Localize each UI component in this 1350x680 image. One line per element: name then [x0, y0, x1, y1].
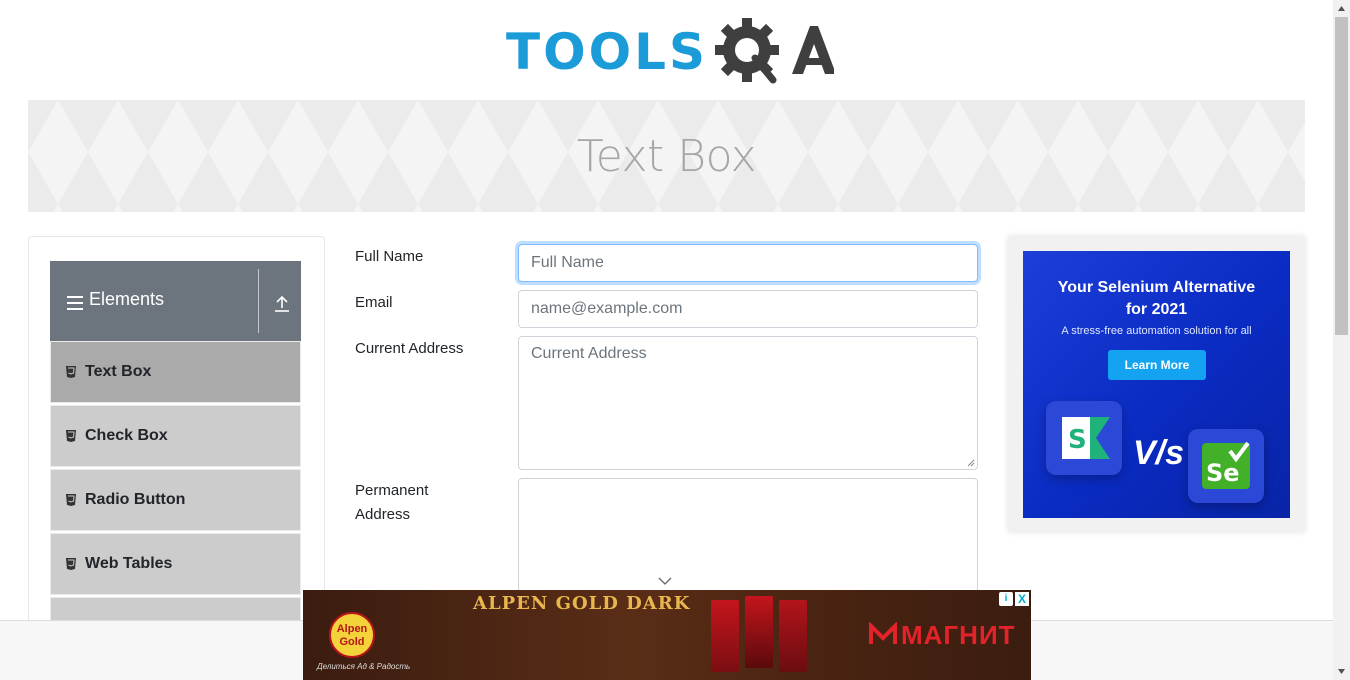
sidebar-item-web-tables[interactable]: Web Tables — [50, 533, 301, 595]
scroll-down-arrow-icon[interactable] — [1337, 667, 1346, 676]
alpen-gold-logo: Alpen Gold — [329, 612, 375, 658]
email-input[interactable] — [518, 290, 978, 328]
full-name-label: Full Name — [355, 248, 424, 265]
ad-subtext: A stress-free automation solution for al… — [1061, 325, 1252, 337]
elements-menu: Text Box Check Box Radio Button Web Tabl… — [50, 341, 301, 655]
permanent-address-label-line2: Address — [355, 506, 411, 523]
selenium-tile: Se — [1188, 429, 1264, 503]
html5-icon — [66, 558, 76, 570]
katalon-logo-icon: S — [1062, 417, 1110, 459]
scroll-up-arrow-icon[interactable] — [1337, 4, 1346, 13]
vs-text: V/s — [1133, 434, 1185, 472]
html5-icon — [66, 494, 76, 506]
katalon-letter: S — [1068, 425, 1087, 455]
html5-icon — [66, 366, 76, 378]
collapse-up-icon[interactable] — [273, 295, 291, 313]
email-label: Email — [355, 294, 393, 311]
katalon-tile: S — [1046, 401, 1122, 475]
learn-more-button[interactable]: Learn More — [1108, 350, 1206, 380]
permanent-address-label: Permanent Address — [355, 479, 428, 527]
html5-icon — [66, 430, 76, 442]
sidebar-item-label: Text Box — [85, 363, 152, 380]
elements-group-header[interactable]: Elements — [50, 261, 301, 341]
ad-headline-line2: for 2021 — [1125, 301, 1188, 318]
current-address-label: Current Address — [355, 340, 464, 357]
group-title: Elements — [89, 289, 165, 309]
current-address-input[interactable] — [518, 336, 978, 470]
magnit-text: МАГНИТ — [901, 620, 1016, 650]
ad-tagline: Делиться Ад & Радость — [317, 662, 411, 671]
sidebar-item-text-box[interactable]: Text Box — [50, 341, 301, 403]
scrollbar-thumb[interactable] — [1335, 17, 1348, 335]
full-name-input[interactable] — [518, 244, 978, 282]
menu-icon — [67, 296, 83, 310]
sidebar-item-label: Web Tables — [85, 555, 173, 572]
divider — [258, 269, 259, 333]
header: TOOLS — [0, 0, 1333, 98]
selenium-logo-icon: Se — [1202, 441, 1250, 489]
resize-handle-icon[interactable] — [967, 459, 975, 467]
selenium-letters: Se — [1206, 459, 1240, 487]
sidebar: Elements Text Box Check Box Radio Button… — [28, 236, 325, 656]
ad-close-icon[interactable]: X — [1015, 592, 1029, 606]
sidebar-item-label: Radio Button — [85, 491, 186, 508]
vertical-scrollbar[interactable] — [1333, 0, 1350, 680]
page-title: Text Box — [576, 130, 757, 182]
permanent-address-label-line1: Permanent — [355, 482, 429, 499]
chocolate-bar-image — [779, 600, 807, 672]
sidebar-item-radio-button[interactable]: Radio Button — [50, 469, 301, 531]
gear-qa-icon — [715, 18, 834, 84]
toolsqa-logo[interactable]: TOOLS — [506, 14, 834, 92]
magnit-logo-icon — [869, 622, 897, 644]
ad-choices-icon[interactable]: i — [999, 592, 1013, 606]
ad-brand-headline: ALPEN GOLD DARK — [473, 593, 691, 614]
bottom-ad[interactable]: Alpen Gold Делиться Ад & Радость ALPEN G… — [303, 590, 1031, 680]
chocolate-bar-image — [711, 600, 739, 672]
page-banner: Text Box — [28, 100, 1305, 212]
sidebar-item-check-box[interactable]: Check Box — [50, 405, 301, 467]
side-ad-frame: Your Selenium Alternative for 2021 A str… — [1008, 236, 1305, 532]
side-ad[interactable]: Your Selenium Alternative for 2021 A str… — [1023, 251, 1290, 518]
ad-headline-line1: Your Selenium Alternative — [1057, 279, 1256, 296]
logo-text: TOOLS — [506, 23, 708, 81]
chocolate-bar-image — [745, 596, 773, 668]
chevron-down-icon[interactable] — [658, 577, 672, 586]
sidebar-item-label: Check Box — [85, 427, 168, 444]
